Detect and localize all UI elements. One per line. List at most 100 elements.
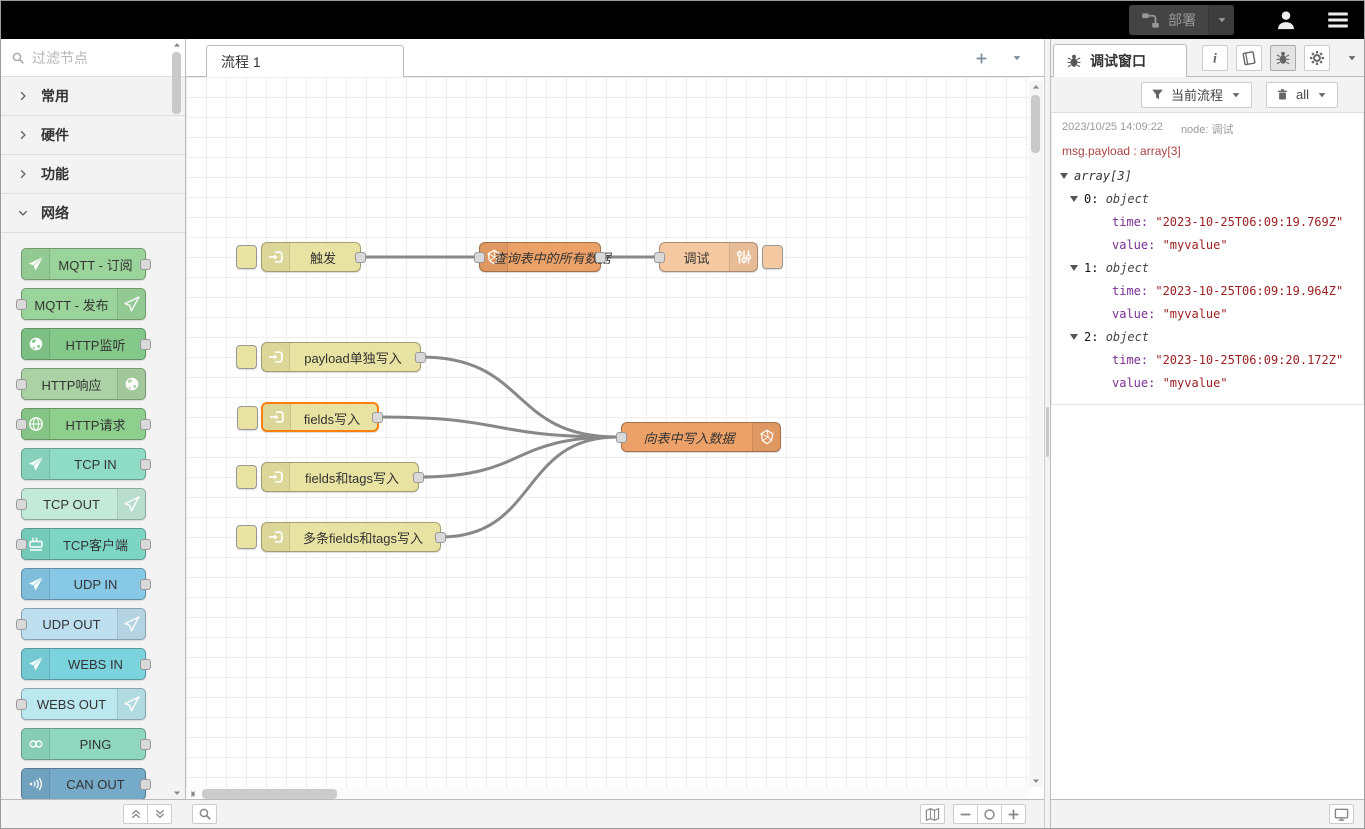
sidebar-resize-divider[interactable] (1044, 39, 1051, 828)
input-port[interactable] (654, 252, 665, 263)
palette-node-TCP客户端[interactable]: TCP客户端 (21, 528, 146, 560)
scroll-up-arrow-icon[interactable] (170, 39, 183, 51)
flow-node-触发[interactable]: 触发 (261, 242, 361, 272)
inject-button[interactable] (237, 406, 258, 430)
output-port[interactable] (140, 339, 151, 350)
info-tab-button[interactable]: i (1202, 45, 1228, 71)
input-port[interactable] (16, 619, 27, 630)
inject-button[interactable] (236, 465, 257, 489)
debug-toggle-button[interactable] (762, 245, 783, 269)
deploy-options-button[interactable] (1208, 5, 1234, 35)
palette-node-PING[interactable]: PING (21, 728, 146, 760)
wire[interactable] (419, 437, 617, 477)
main-menu-button[interactable] (1320, 6, 1356, 34)
output-port[interactable] (140, 739, 151, 750)
collapse-caret-icon[interactable] (1070, 196, 1078, 202)
palette-node-HTTP请求[interactable]: HTTP请求 (21, 408, 146, 440)
input-port[interactable] (16, 499, 27, 510)
flow-node-fields和tags写入[interactable]: fields和tags写入 (261, 462, 419, 492)
output-port[interactable] (413, 472, 424, 483)
collapse-caret-icon[interactable] (1070, 265, 1078, 271)
scroll-up-arrow-icon[interactable] (1029, 81, 1042, 93)
debug-tab-button[interactable] (1270, 45, 1296, 71)
zoom-out-button[interactable] (953, 804, 978, 824)
output-port[interactable] (140, 459, 151, 470)
palette-node-UDP OUT[interactable]: UDP OUT (21, 608, 146, 640)
palette-node-MQTT - 订阅[interactable]: MQTT - 订阅 (21, 248, 146, 280)
palette-category-常用[interactable]: 常用 (1, 77, 185, 116)
zoom-reset-button[interactable] (977, 804, 1002, 824)
output-port[interactable] (140, 779, 151, 790)
palette-scrollbar[interactable] (170, 39, 183, 799)
inject-button[interactable] (236, 525, 257, 549)
output-port[interactable] (355, 252, 366, 263)
canvas-vscroll-thumb[interactable] (1031, 95, 1040, 153)
debug-filter-button[interactable]: 当前流程 (1141, 82, 1252, 108)
palette-node-MQTT - 发布[interactable]: MQTT - 发布 (21, 288, 146, 320)
output-port[interactable] (595, 252, 606, 263)
palette-category-功能[interactable]: 功能 (1, 155, 185, 194)
palette-node-WEBS OUT[interactable]: WEBS OUT (21, 688, 146, 720)
flow-node-调试[interactable]: 调试 (659, 242, 758, 272)
input-port[interactable] (16, 419, 27, 430)
palette-category-网络[interactable]: 网络 (1, 194, 185, 233)
flow-node-payload单独写入[interactable]: payload单独写入 (261, 342, 421, 372)
flow-node-查询表中的所有数据[interactable]: 查询表中的所有数据 (479, 242, 601, 272)
collapse-caret-icon[interactable] (1070, 334, 1078, 340)
output-port[interactable] (140, 419, 151, 430)
debug-clear-button[interactable]: all (1266, 82, 1338, 108)
zoom-in-button[interactable] (1001, 804, 1026, 824)
inject-button[interactable] (236, 245, 257, 269)
canvas-vertical-scrollbar[interactable] (1029, 81, 1043, 787)
input-port[interactable] (616, 432, 627, 443)
output-port[interactable] (140, 259, 151, 270)
output-port[interactable] (140, 659, 151, 670)
flow-list-button[interactable] (1004, 45, 1030, 71)
scroll-down-arrow-icon[interactable] (1029, 775, 1042, 787)
input-port[interactable] (16, 299, 27, 310)
tab-flow-1[interactable]: 流程 1 (206, 45, 404, 77)
input-port[interactable] (16, 699, 27, 710)
palette-node-UDP IN[interactable]: UDP IN (21, 568, 146, 600)
palette-search-input[interactable] (32, 50, 162, 66)
inject-button[interactable] (236, 345, 257, 369)
palette-node-WEBS IN[interactable]: WEBS IN (21, 648, 146, 680)
output-port[interactable] (140, 579, 151, 590)
palette-node-TCP IN[interactable]: TCP IN (21, 448, 146, 480)
tab-debug[interactable]: 调试窗口 (1053, 44, 1187, 77)
input-port[interactable] (474, 252, 485, 263)
palette-expand-all-button[interactable] (147, 804, 172, 824)
palette-collapse-all-button[interactable] (123, 804, 148, 824)
sidebar-menu-button[interactable] (1346, 51, 1358, 69)
palette-node-HTTP监听[interactable]: HTTP监听 (21, 328, 146, 360)
flow-node-向表中写入数据[interactable]: 向表中写入数据 (621, 422, 781, 452)
output-port[interactable] (415, 352, 426, 363)
navigator-button[interactable] (920, 804, 945, 824)
help-tab-button[interactable] (1236, 45, 1262, 71)
deploy-button[interactable]: 部署 (1129, 5, 1234, 35)
output-port[interactable] (435, 532, 446, 543)
divider-grip[interactable] (1046, 407, 1049, 457)
output-port[interactable] (372, 412, 383, 423)
flow-canvas[interactable]: 触发 查询表中的所有数据 调试 payload单独写入 fields写入 fie… (186, 77, 1029, 787)
palette-node-TCP OUT[interactable]: TCP OUT (21, 488, 146, 520)
input-port[interactable] (16, 379, 27, 390)
input-port[interactable] (16, 539, 27, 550)
palette-scrollbar-thumb[interactable] (172, 52, 181, 114)
canvas-search-button[interactable] (192, 804, 217, 824)
canvas-hscroll-thumb[interactable] (202, 789, 337, 799)
tree-root-label: array[3] (1074, 169, 1132, 183)
output-port[interactable] (140, 539, 151, 550)
palette-node-CAN OUT[interactable]: CAN OUT (21, 768, 146, 799)
scroll-down-arrow-icon[interactable] (170, 787, 183, 799)
collapse-caret-icon[interactable] (1060, 173, 1068, 179)
config-tab-button[interactable] (1304, 45, 1330, 71)
open-debug-window-button[interactable] (1329, 804, 1354, 824)
palette-category-硬件[interactable]: 硬件 (1, 116, 185, 155)
wire[interactable] (421, 357, 617, 437)
user-menu-button[interactable] (1268, 6, 1304, 34)
flow-node-fields写入[interactable]: fields写入 (261, 402, 379, 432)
palette-node-HTTP响应[interactable]: HTTP响应 (21, 368, 146, 400)
flow-node-多条fields和tags写入[interactable]: 多条fields和tags写入 (261, 522, 441, 552)
add-flow-button[interactable] (968, 45, 994, 71)
